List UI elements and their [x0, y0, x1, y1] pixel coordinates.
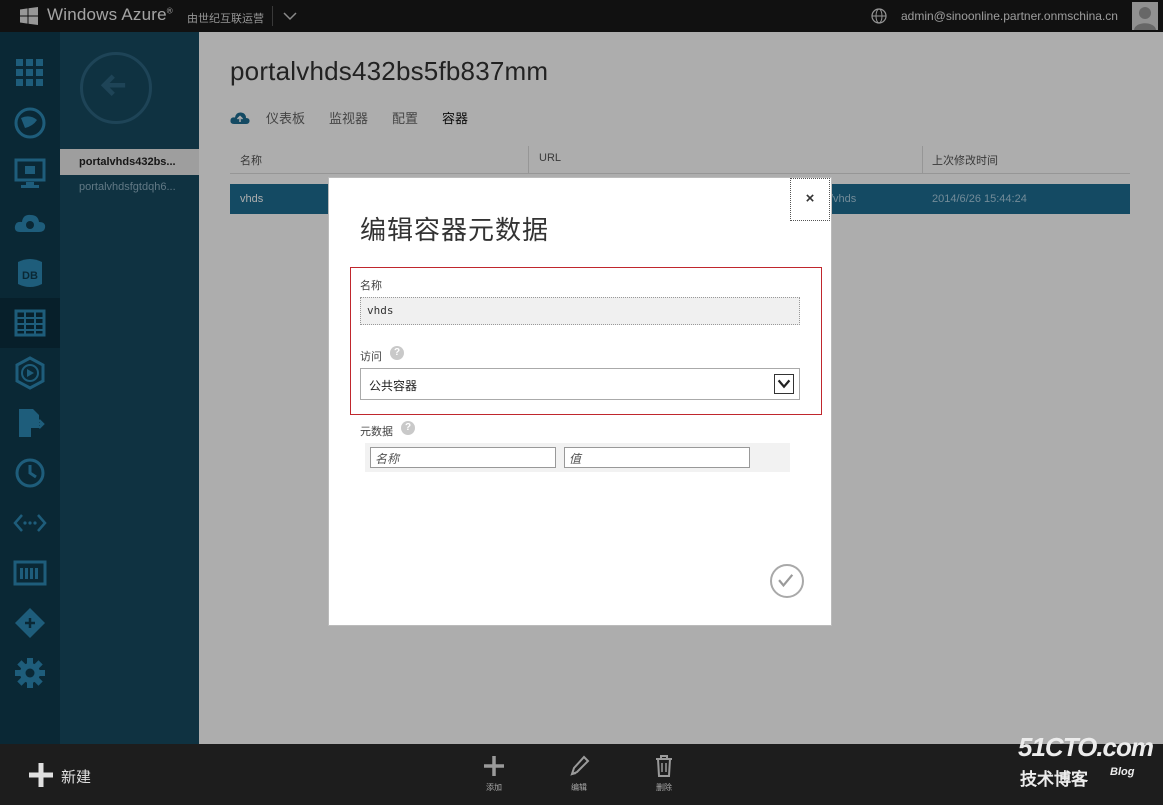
pencil-icon: [570, 755, 590, 776]
watermark-logo: 51CTO.com 技术博客 Blog: [1018, 732, 1154, 790]
metadata-label: 元数据: [360, 426, 393, 438]
dropdown-arrow[interactable]: [774, 374, 794, 394]
metadata-name-input[interactable]: 名称: [370, 447, 556, 468]
trash-icon: [656, 755, 672, 777]
ok-button[interactable]: [770, 564, 804, 598]
access-selected-value: 公共容器: [369, 379, 418, 393]
watermark-line2: 技术博客: [1020, 770, 1088, 789]
help-icon[interactable]: ?: [390, 346, 404, 360]
name-label: 名称: [360, 280, 382, 292]
command-bar: 新建 添加 编辑 删除: [0, 744, 1163, 805]
add-label: 添加: [486, 783, 502, 792]
chevron-down-icon: [777, 379, 791, 389]
watermark-blog: Blog: [1110, 766, 1135, 778]
plus-icon[interactable]: [28, 762, 54, 788]
delete-button[interactable]: 删除: [644, 754, 684, 793]
add-icon: [484, 756, 504, 776]
checkmark-icon: [778, 574, 794, 588]
metadata-value-input[interactable]: 值: [564, 447, 750, 468]
watermark-line1: 51CTO.com: [1018, 732, 1154, 762]
container-name-field: vhds: [360, 297, 800, 325]
edit-container-metadata-dialog: × 编辑容器元数据 名称 vhds 访问 ? 公共容器 元数据 ? 名称 值: [329, 178, 831, 625]
access-label: 访问: [360, 351, 382, 363]
access-select[interactable]: 公共容器: [360, 368, 800, 400]
help-icon[interactable]: ?: [401, 421, 415, 435]
delete-label: 删除: [656, 783, 672, 792]
metadata-row: 名称 值: [365, 443, 790, 472]
dialog-title: 编辑容器元数据: [360, 215, 550, 245]
add-button[interactable]: 添加: [474, 754, 514, 793]
new-button[interactable]: 新建: [61, 766, 91, 787]
edit-button[interactable]: 编辑: [559, 754, 599, 793]
edit-label: 编辑: [571, 783, 587, 792]
close-button[interactable]: ×: [790, 178, 830, 221]
